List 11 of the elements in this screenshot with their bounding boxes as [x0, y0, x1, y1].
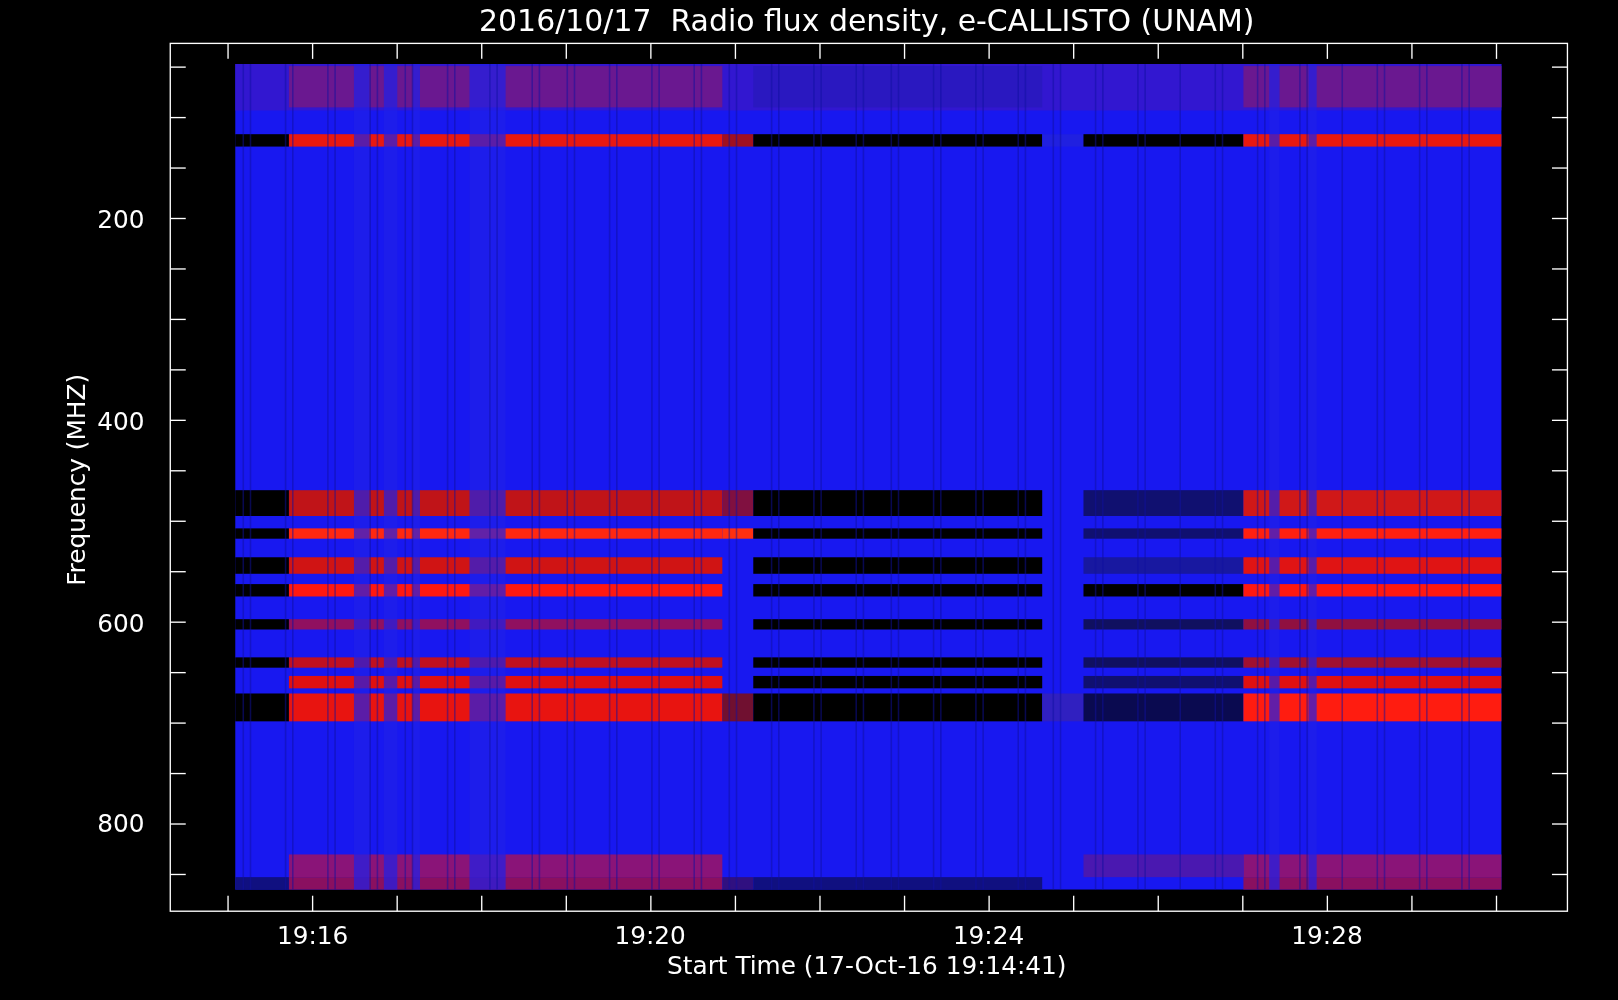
x-tick-label: 19:28: [1291, 921, 1363, 951]
chart-title: 2016/10/17 Radio flux density, e-CALLISTO (UNAM): [479, 3, 1255, 38]
y-tick-label: 800: [97, 808, 145, 838]
y-tick-label: 600: [97, 608, 145, 638]
x-tick-label: 19:24: [952, 921, 1025, 951]
x-tick-label: 19:16: [277, 921, 349, 951]
x-axis-title: Start Time (17-Oct-16 19:14:41): [667, 951, 1067, 981]
y-axis-title: Frequency (MHZ): [61, 373, 91, 586]
x-tick-label: 19:20: [614, 921, 686, 951]
y-tick-label: 400: [97, 407, 145, 437]
y-tick-label: 200: [97, 205, 145, 235]
